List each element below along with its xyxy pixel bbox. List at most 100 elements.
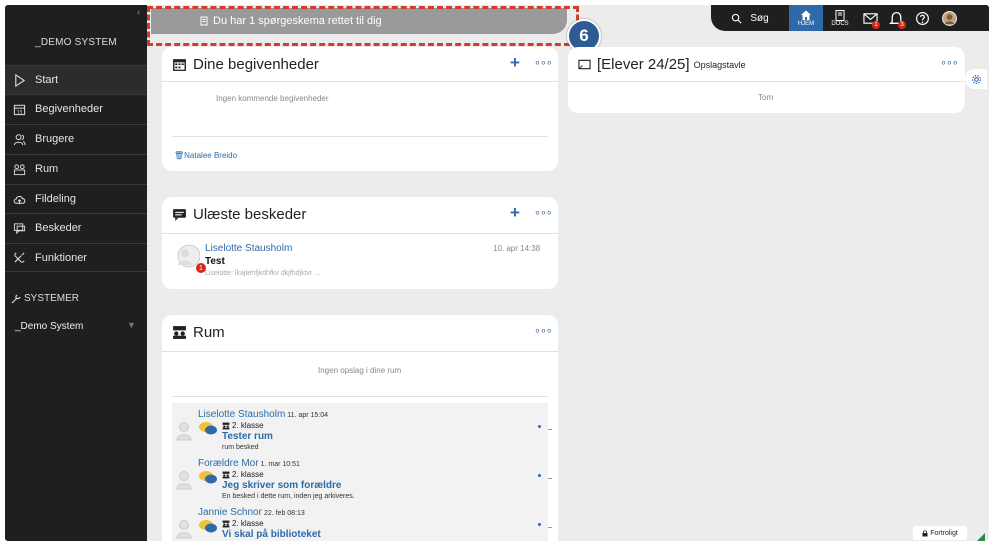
post-description: rum besked <box>222 444 259 451</box>
top-navigation: Søg HJEM DOCS 1 3 <box>711 5 989 31</box>
unread-dot <box>538 474 541 477</box>
post-room: 2. klasse <box>232 421 264 430</box>
sidebar-item-label: Funktioner <box>35 251 87 264</box>
divider <box>172 136 548 137</box>
room-post[interactable]: Liselotte Stausholm 11. apr 15:04 2. klas… <box>172 407 552 457</box>
divider <box>548 478 552 479</box>
rooms-card-header: Rum <box>172 324 225 341</box>
events-card-header: Dine begivenheder <box>172 56 319 73</box>
post-title[interactable]: Vi skal på biblioteket <box>222 529 321 540</box>
play-icon <box>15 73 26 87</box>
users-icon <box>13 133 26 145</box>
chat-bubbles-icon <box>199 520 217 533</box>
post-date: 11. apr 15:04 <box>287 412 329 419</box>
sidebar-item-label: Beskeder <box>35 222 82 234</box>
sidebar: ‹ _DEMO SYSTEM Start 15 Begivenheder Bru… <box>5 5 147 541</box>
app-window: ‹ _DEMO SYSTEM Start 15 Begivenheder Bru… <box>5 5 989 541</box>
message-time: 10. apr 14:38 <box>493 244 541 253</box>
system-select[interactable]: _Demo System <box>15 321 83 332</box>
add-event-button[interactable]: + <box>510 53 520 73</box>
card-title: Rum <box>193 324 225 341</box>
post-room: 2. klasse <box>232 470 264 479</box>
post-room: 2. klasse <box>232 519 264 528</box>
room-post[interactable]: Jannie Schnor 22. feb 08:13 2. klasse Vi … <box>172 505 552 541</box>
sidebar-item-label: Fildeling <box>35 193 76 205</box>
collapse-sidebar-icon[interactable]: ‹ <box>137 7 140 18</box>
gear-icon <box>971 74 981 84</box>
divider <box>548 527 552 528</box>
sidebar-item-beskeder[interactable]: Beskeder <box>5 213 147 242</box>
avatar-icon <box>176 422 192 441</box>
message-sender[interactable]: Liselotte Stausholm <box>205 243 292 254</box>
board-icon <box>578 59 591 70</box>
room-post[interactable]: Forældre Mor 1. mar 10:51 2. klasse Jeg s… <box>172 456 552 506</box>
post-title[interactable]: Tester rum <box>222 431 273 442</box>
calendar-icon <box>173 59 186 71</box>
messages-icon <box>13 222 26 234</box>
chat-bubbles-icon <box>199 471 217 484</box>
board-card-header: [Elever 24/25] Opslagstavle <box>578 56 746 73</box>
bulletin-board-card: [Elever 24/25] Opslagstavle ∘∘∘ Tom <box>568 47 965 113</box>
chat-icon <box>173 209 186 221</box>
unread-dot <box>538 523 541 526</box>
calendar-icon: 15 <box>13 104 26 115</box>
messages-card-header: Ulæste beskeder <box>172 206 306 223</box>
trash-icon: 🗑 <box>174 151 185 160</box>
svg-text:15: 15 <box>17 109 23 115</box>
divider <box>162 81 558 82</box>
sidebar-item-begivenheder[interactable]: 15 Begivenheder <box>5 94 147 123</box>
more-options-button[interactable]: ∘∘∘ <box>534 206 553 219</box>
highlight-frame <box>147 6 579 46</box>
notifications-button[interactable]: 3 <box>883 5 909 31</box>
systems-heading: SYSTEMER <box>11 293 79 304</box>
sidebar-item-start[interactable]: Start <box>5 65 147 94</box>
room-icon <box>222 520 230 527</box>
post-date: 22. feb 08:13 <box>263 510 305 517</box>
sidebar-item-label: Begivenheder <box>35 103 103 115</box>
caret-down-icon[interactable]: ▼ <box>127 320 136 330</box>
mail-badge: 1 <box>872 21 880 29</box>
new-message-button[interactable]: + <box>510 203 520 223</box>
avatar-icon <box>176 520 192 539</box>
divider <box>548 429 552 430</box>
confidential-toggle[interactable]: Fortroligt <box>913 526 967 540</box>
user-avatar[interactable] <box>935 5 963 31</box>
docs-button[interactable]: DOCS <box>823 5 857 31</box>
empty-state: Ingen kommende begivenheder <box>216 94 329 103</box>
trash-link[interactable]: 🗑Natalee Breido <box>174 151 237 160</box>
bell-badge: 3 <box>898 21 906 29</box>
post-author[interactable]: Jannie Schnor <box>198 507 262 518</box>
sidebar-item-funktioner[interactable]: Funktioner <box>5 243 147 272</box>
mail-button[interactable]: 1 <box>857 5 883 31</box>
card-title: [Elever 24/25] <box>597 56 690 73</box>
sidebar-item-brugere[interactable]: Brugere <box>5 124 147 153</box>
empty-state: Tom <box>758 93 774 102</box>
sidebar-item-label: Rum <box>35 163 59 175</box>
sidebar-item-fildeling[interactable]: Fildeling <box>5 184 147 213</box>
wrench-icon <box>11 294 21 303</box>
messages-card: Ulæste beskeder + ∘∘∘ 1 Liselotte Staush… <box>162 197 558 289</box>
settings-tab[interactable] <box>965 69 987 89</box>
post-author[interactable]: Forældre Mor <box>198 458 259 469</box>
help-button[interactable] <box>909 5 935 31</box>
post-author[interactable]: Liselotte Stausholm <box>198 409 285 420</box>
message-subject[interactable]: Test <box>205 256 225 267</box>
post-title[interactable]: Jeg skriver som forældre <box>222 480 342 491</box>
room-icon <box>173 326 186 339</box>
divider <box>172 396 548 397</box>
more-options-button[interactable]: ∘∘∘ <box>534 56 553 69</box>
home-button[interactable]: HJEM <box>789 5 823 31</box>
events-card: Dine begivenheder + ∘∘∘ Ingen kommende b… <box>162 47 558 171</box>
lock-icon <box>922 529 928 536</box>
search-button[interactable]: Søg <box>711 5 789 31</box>
avatar-icon <box>176 471 192 490</box>
more-options-button[interactable]: ∘∘∘ <box>534 324 553 337</box>
more-options-button[interactable]: ∘∘∘ <box>940 56 959 69</box>
tools-icon <box>14 252 25 263</box>
resize-corner-icon[interactable] <box>977 533 985 541</box>
home-icon <box>801 10 811 20</box>
divider <box>568 81 965 82</box>
rooms-card: Rum ∘∘∘ Ingen opslag i dine rum Liselott… <box>162 315 558 541</box>
help-icon <box>915 11 929 25</box>
sidebar-item-rum[interactable]: Rum <box>5 154 147 183</box>
